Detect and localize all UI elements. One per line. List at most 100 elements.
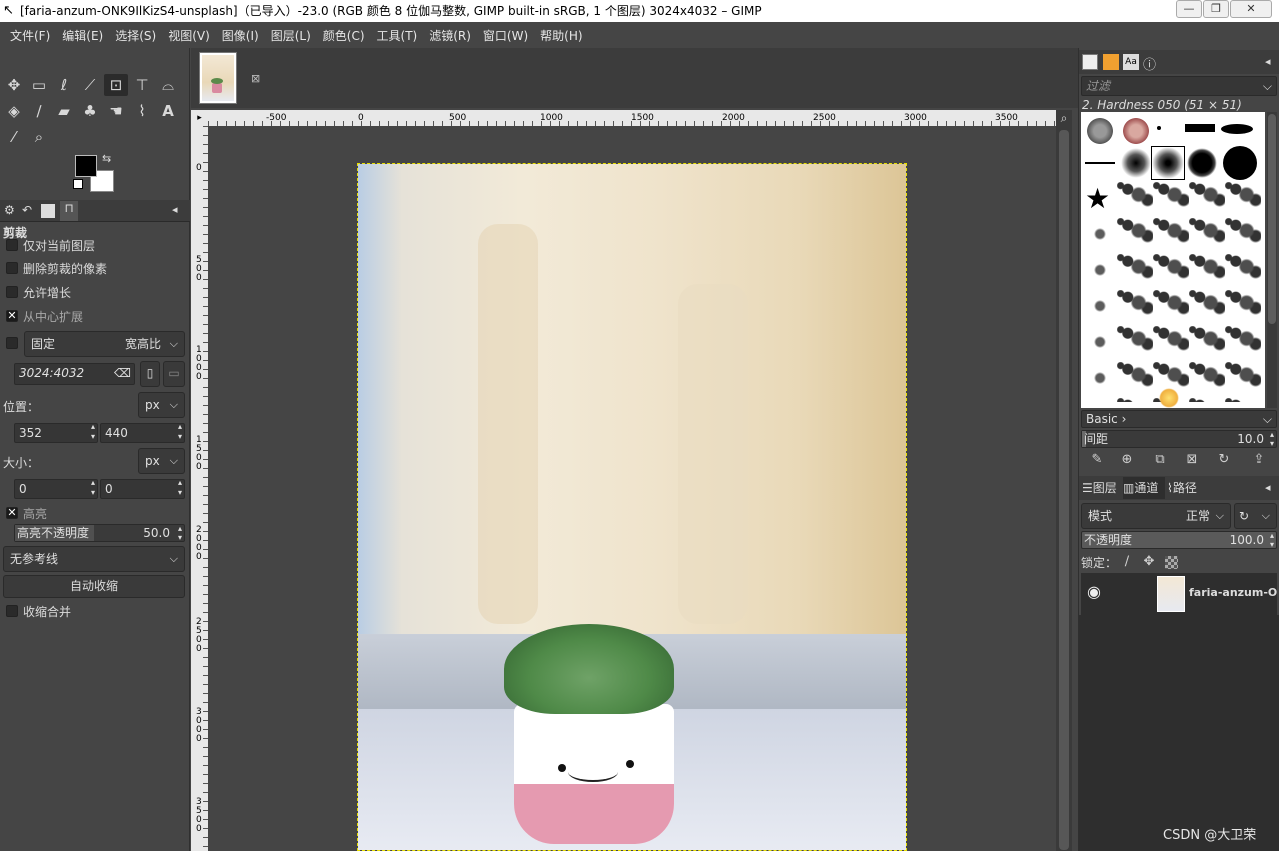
bucket-fill-tool[interactable]: ◈ bbox=[2, 100, 26, 122]
horizontal-ruler[interactable]: -500 0 500 1000 1500 2000 2500 3000 3500 bbox=[208, 110, 1056, 126]
brush-grid-scrollbar[interactable] bbox=[1267, 112, 1277, 408]
shrink-merged-checkbox[interactable] bbox=[6, 605, 18, 617]
menu-windows[interactable]: 窗口(W) bbox=[477, 27, 534, 44]
brush-item[interactable] bbox=[1223, 146, 1257, 180]
warp-tool[interactable]: ⌓ bbox=[156, 74, 180, 96]
brush-item-texture-grid[interactable] bbox=[1117, 182, 1261, 402]
fuzzy-select-tool[interactable]: ⟋ bbox=[78, 74, 102, 96]
delete-brush-icon[interactable]: ⊠ bbox=[1182, 450, 1202, 470]
layer-row[interactable]: ◉ faria-anzum-ONK9IlKizS4-unsplash bbox=[1081, 573, 1277, 615]
image-tab-thumbnail[interactable] bbox=[199, 52, 237, 104]
spin-icon[interactable]: ▴ ▾ bbox=[91, 478, 95, 498]
position-unit-dropdown[interactable]: px ⌵ bbox=[138, 392, 185, 418]
menu-file[interactable]: 文件(F) bbox=[4, 27, 56, 44]
chevron-down-icon[interactable]: ⌵ bbox=[1263, 77, 1272, 95]
smudge-tool[interactable]: ☚ bbox=[104, 100, 128, 122]
brushes-tab-icon[interactable] bbox=[1082, 54, 1098, 70]
maximize-button[interactable]: ❐ bbox=[1203, 0, 1229, 18]
vertical-ruler[interactable]: 0 500 1000 1500 2000 2500 3000 3500 bbox=[191, 126, 208, 851]
position-y-input[interactable]: 440 ▴ ▾ bbox=[100, 422, 185, 443]
layer-composite-dropdown[interactable]: ↻ ⌵ bbox=[1234, 503, 1277, 529]
scrollbar-thumb[interactable] bbox=[1059, 130, 1069, 850]
close-tab-icon[interactable]: ⊠ bbox=[251, 72, 260, 85]
default-colors-icon[interactable] bbox=[73, 179, 83, 189]
tool-options-tab-icon[interactable]: ⚙ bbox=[4, 203, 15, 217]
menu-help[interactable]: 帮助(H) bbox=[534, 27, 588, 44]
move-tool[interactable]: ✥ bbox=[2, 74, 26, 96]
foreground-color-swatch[interactable] bbox=[75, 155, 97, 177]
menu-filters[interactable]: 滤镜(R) bbox=[423, 27, 477, 44]
transform-tool[interactable]: ⊤ bbox=[130, 74, 154, 96]
delete-pixels-checkbox[interactable] bbox=[6, 262, 18, 274]
help-tab-icon[interactable]: ⓘ bbox=[1143, 54, 1156, 73]
rect-select-tool[interactable]: ▭ bbox=[27, 74, 51, 96]
device-status-tab-icon[interactable]: ⊓ bbox=[60, 201, 78, 221]
expand-center-checkbox[interactable]: ✕ bbox=[6, 310, 18, 322]
menu-view[interactable]: 视图(V) bbox=[162, 27, 216, 44]
fonts-tab-icon[interactable]: Aa bbox=[1123, 54, 1139, 70]
brush-item[interactable] bbox=[1085, 116, 1115, 146]
auto-shrink-button[interactable]: 自动收缩 bbox=[3, 575, 185, 598]
current-layer-checkbox[interactable] bbox=[6, 239, 18, 251]
brush-item[interactable] bbox=[1187, 148, 1217, 178]
clone-tool[interactable]: ♣ bbox=[78, 100, 102, 122]
highlight-opacity-slider[interactable]: 高亮不透明度 50.0 ▴ ▾ bbox=[14, 524, 185, 542]
spin-icon[interactable]: ▴ ▾ bbox=[178, 422, 182, 442]
spin-icon[interactable]: ▴ ▾ bbox=[1270, 430, 1274, 448]
brush-item-selected[interactable] bbox=[1151, 146, 1185, 180]
brush-spacing-slider[interactable]: 间距 10.0 ▴ ▾ bbox=[1081, 430, 1277, 448]
spin-icon[interactable]: ▴ ▾ bbox=[178, 524, 182, 542]
spin-icon[interactable]: ▴ ▾ bbox=[91, 422, 95, 442]
eraser-tool[interactable]: ▰ bbox=[52, 100, 76, 122]
canvas-vertical-scrollbar[interactable] bbox=[1056, 126, 1072, 851]
brush-grid[interactable]: ★ bbox=[1081, 112, 1265, 408]
brush-tag-dropdown[interactable]: Basic › ⌵ bbox=[1081, 410, 1277, 428]
canvas-image[interactable] bbox=[357, 163, 907, 851]
eye-icon[interactable]: ◉ bbox=[1087, 582, 1101, 601]
tab-channels[interactable]: ▥通道 bbox=[1123, 477, 1165, 499]
brush-item-star[interactable]: ★ bbox=[1085, 182, 1110, 215]
text-tool[interactable]: A bbox=[156, 100, 180, 122]
color-picker-tool[interactable]: ⁄ bbox=[2, 126, 26, 148]
layer-mode-dropdown[interactable]: 模式 正常 ⌵ bbox=[1081, 503, 1231, 529]
lock-position-icon[interactable]: ✥ bbox=[1139, 552, 1159, 572]
layer-name[interactable]: faria-anzum-ONK9IlKizS4-unsplash bbox=[1189, 586, 1277, 599]
menu-edit[interactable]: 编辑(E) bbox=[56, 27, 109, 44]
zoom-tool[interactable]: ⌕ bbox=[27, 126, 51, 148]
paths-tool[interactable]: ⌇ bbox=[130, 100, 154, 122]
brush-item[interactable] bbox=[1085, 162, 1115, 164]
layer-opacity-slider[interactable]: 不透明度 100.0 ▴ ▾ bbox=[1081, 531, 1277, 549]
menu-select[interactable]: 选择(S) bbox=[109, 27, 162, 44]
tab-menu-icon[interactable]: ◂ bbox=[1265, 481, 1271, 494]
lock-alpha-icon[interactable] bbox=[1165, 556, 1178, 569]
menu-layer[interactable]: 图层(L) bbox=[265, 27, 317, 44]
size-unit-dropdown[interactable]: px ⌵ bbox=[138, 448, 185, 474]
scrollbar-thumb[interactable] bbox=[1268, 114, 1276, 324]
new-brush-icon[interactable]: ⊕ bbox=[1117, 450, 1137, 470]
patterns-tab-icon[interactable] bbox=[1103, 54, 1119, 70]
menu-colors[interactable]: 颜色(C) bbox=[317, 27, 371, 44]
landscape-button[interactable]: ▭ bbox=[163, 361, 185, 387]
brush-item[interactable] bbox=[1221, 124, 1253, 134]
menu-tools[interactable]: 工具(T) bbox=[371, 27, 424, 44]
aspect-ratio-input[interactable]: 3024:4032 ⌫ bbox=[14, 363, 135, 385]
fixed-checkbox[interactable] bbox=[6, 337, 18, 349]
crop-tool[interactable]: ⊡ bbox=[104, 74, 128, 96]
edit-brush-icon[interactable]: ✎ bbox=[1087, 450, 1107, 470]
brush-item[interactable] bbox=[1121, 148, 1151, 178]
clear-input-icon[interactable]: ⌫ bbox=[114, 364, 131, 382]
tab-menu-icon[interactable]: ◂ bbox=[1265, 55, 1271, 68]
open-brush-icon[interactable]: ⇪ bbox=[1249, 450, 1269, 470]
allow-grow-checkbox[interactable] bbox=[6, 286, 18, 298]
spin-icon[interactable]: ▴ ▾ bbox=[1270, 531, 1274, 549]
zoom-navigate-icon[interactable]: ⌕ bbox=[1056, 110, 1072, 126]
guides-dropdown[interactable]: 无参考线 ⌵ bbox=[3, 546, 185, 572]
close-window-button[interactable]: ✕ bbox=[1230, 0, 1272, 18]
tab-menu-icon[interactable]: ◂ bbox=[172, 203, 178, 216]
fixed-mode-dropdown[interactable]: 固定 宽高比 ⌵ bbox=[24, 331, 185, 357]
brush-filter-input[interactable]: 过滤 ⌵ bbox=[1081, 76, 1277, 96]
lock-pixels-icon[interactable]: ∕ bbox=[1117, 552, 1137, 572]
position-x-input[interactable]: 352 ▴ ▾ bbox=[14, 422, 98, 443]
highlight-checkbox[interactable]: ✕ bbox=[6, 507, 18, 519]
images-tab-icon[interactable] bbox=[41, 204, 55, 218]
